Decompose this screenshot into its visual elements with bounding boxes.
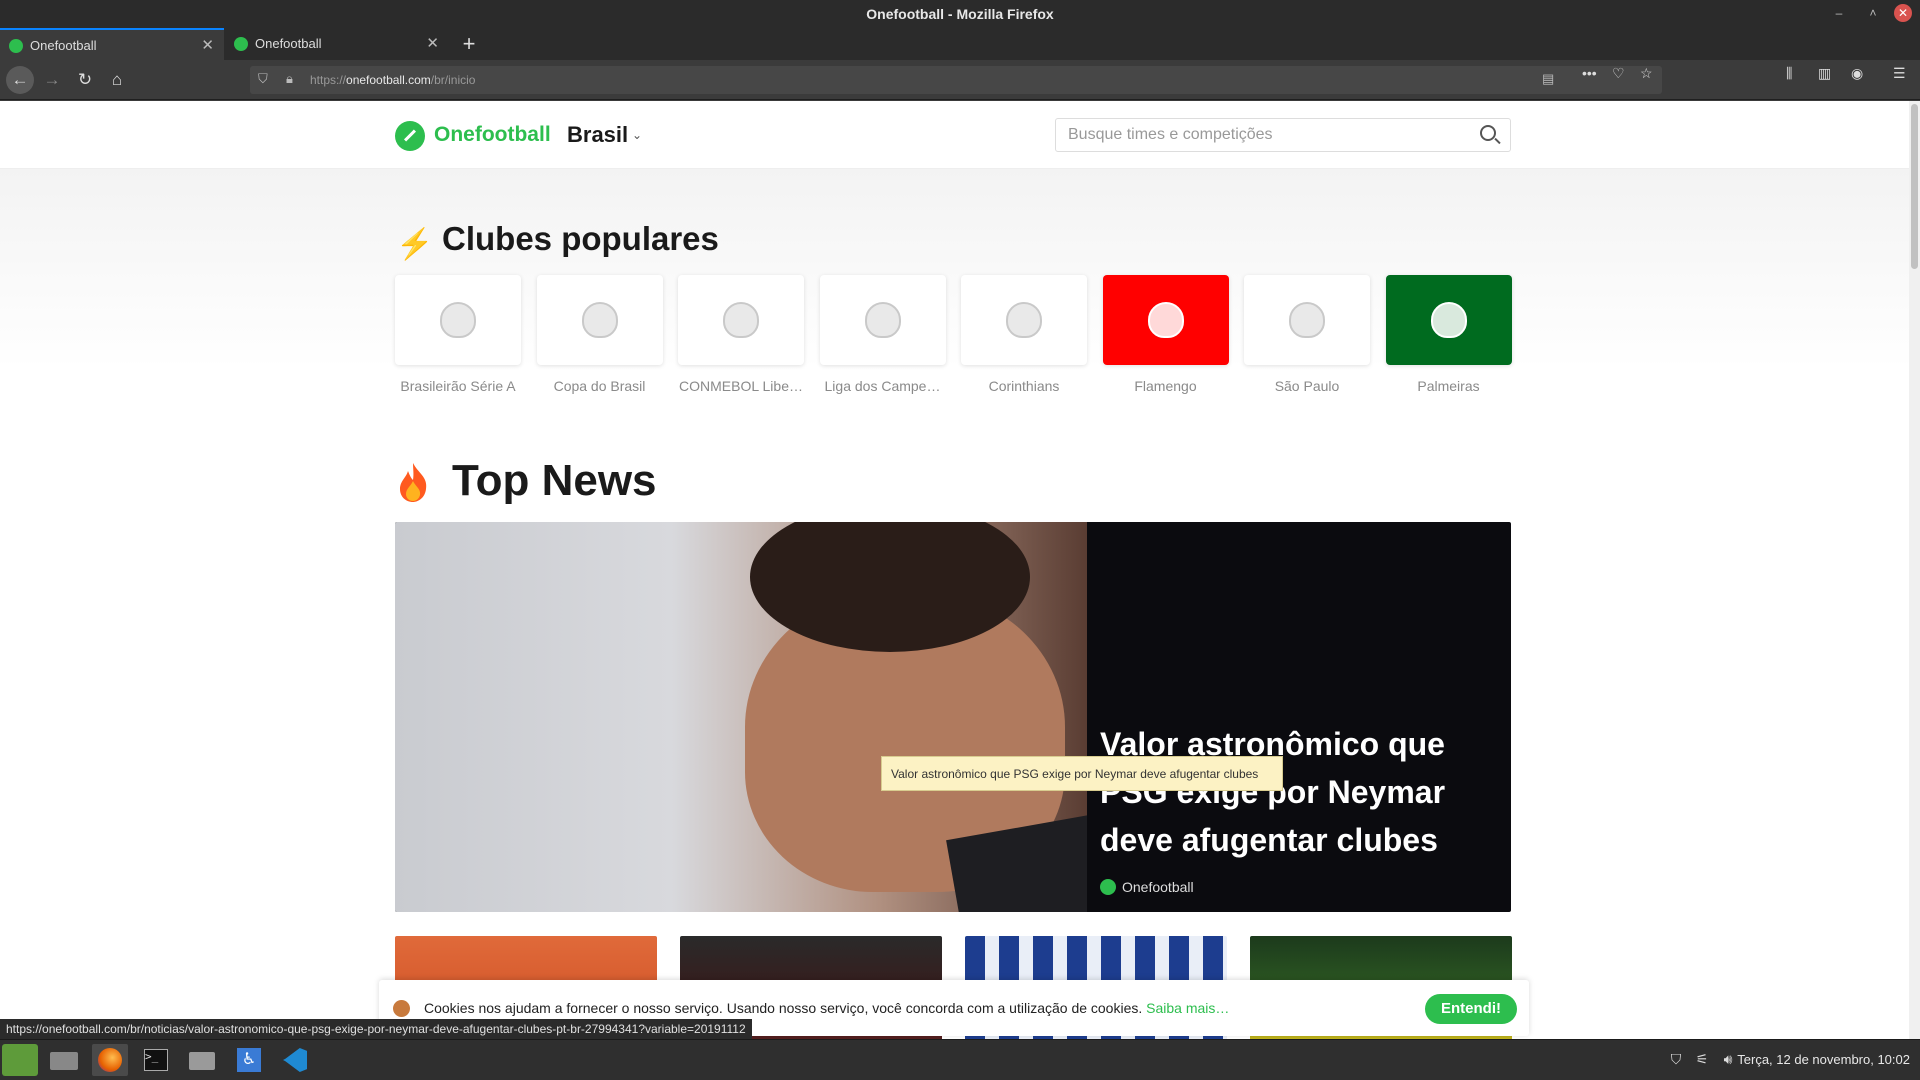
url-host: onefootball.com: [346, 73, 431, 87]
url-bar[interactable]: ⛉ 🔒︎ https://onefootball.com/br/inicio ▤: [250, 66, 1662, 94]
tab-label: Onefootball: [30, 38, 97, 53]
search-input[interactable]: [1068, 126, 1448, 144]
onefootball-source-icon: [1100, 879, 1116, 895]
back-arrow-icon[interactable]: ←: [6, 66, 34, 94]
tab-close-icon[interactable]: ✕: [201, 36, 214, 54]
cookie-icon: [393, 1000, 410, 1017]
minimize-icon[interactable]: –: [1830, 4, 1848, 22]
cookie-text: Cookies nos ajudam a fornecer o nosso se…: [424, 1000, 1143, 1016]
tab-bar: Onefootball ✕ Onefootball ✕: [0, 28, 1920, 60]
tracking-shield-icon[interactable]: ⛉: [258, 71, 268, 87]
search-icon[interactable]: [1480, 125, 1496, 141]
sidebar-icon[interactable]: ▥: [1818, 65, 1831, 82]
url-text[interactable]: https://onefootball.com/br/inicio: [310, 73, 475, 87]
sao-paulo-crest-icon: [1289, 302, 1325, 338]
pocket-icon[interactable]: ♡: [1612, 65, 1625, 82]
club-card[interactable]: [1244, 275, 1370, 365]
url-prefix: https://: [310, 73, 347, 87]
palmeiras-crest-icon: [1430, 302, 1467, 338]
window-title: Onefootball - Mozilla Firefox: [866, 6, 1054, 22]
club-card[interactable]: [1385, 275, 1512, 365]
club-label[interactable]: CONMEBOL Libe…: [678, 378, 804, 394]
scrollbar-thumb[interactable]: [1911, 104, 1918, 269]
flamengo-crest-icon: [1147, 302, 1184, 338]
reader-view-icon[interactable]: ▤: [1542, 71, 1554, 87]
onefootball-favicon-icon: [234, 37, 248, 51]
reload-icon[interactable]: ↻: [73, 68, 97, 92]
accessibility-icon[interactable]: ♿︎: [230, 1044, 266, 1076]
club-label[interactable]: Flamengo: [1103, 378, 1229, 394]
chevron-down-icon[interactable]: ⌄: [632, 128, 642, 142]
club-card[interactable]: [395, 275, 521, 365]
brasileirao-crest-icon: [440, 302, 476, 338]
padlock-icon[interactable]: 🔒︎: [286, 71, 293, 87]
page-scrollbar[interactable]: [1909, 101, 1920, 1039]
cookie-learn-more-link[interactable]: Saiba mais…: [1146, 1000, 1229, 1016]
site-header: Onefootball Brasil ⌄: [0, 101, 1909, 169]
hero-source: Onefootball: [1122, 879, 1194, 895]
fire-icon: [400, 463, 427, 502]
hero-news-card[interactable]: Valor astronômico que PSG exige por Neym…: [395, 522, 1511, 912]
libertadores-crest-icon: [723, 302, 759, 338]
mint-menu-icon[interactable]: [2, 1044, 38, 1076]
network-tray-icon[interactable]: ⚟: [1693, 1051, 1711, 1069]
club-card[interactable]: [961, 275, 1087, 365]
volume-tray-icon[interactable]: 🔊︎: [1719, 1051, 1737, 1069]
popular-clubs-title: Clubes populares: [442, 220, 719, 257]
club-card[interactable]: [819, 275, 946, 365]
shield-tray-icon[interactable]: ⛉: [1667, 1051, 1685, 1069]
status-url-overlay: https://onefootball.com/br/noticias/valo…: [0, 1019, 752, 1039]
hero-headline[interactable]: Valor astronômico que PSG exige por Neym…: [1100, 720, 1490, 864]
terminal-icon[interactable]: >_: [138, 1044, 174, 1076]
lightning-bolt-icon: ⚡: [396, 228, 434, 261]
tab-label: Onefootball: [255, 36, 322, 51]
club-label[interactable]: Palmeiras: [1386, 378, 1512, 394]
navigation-bar: ← → ↻ ⌂ ⛉ 🔒︎ https://onefootball.com/br/…: [0, 60, 1920, 100]
onefootball-logo-icon[interactable]: [395, 121, 425, 151]
corinthians-crest-icon: [1006, 302, 1042, 338]
club-label[interactable]: Corinthians: [961, 378, 1087, 394]
club-card[interactable]: [536, 275, 663, 365]
forward-arrow-icon[interactable]: →: [40, 68, 64, 92]
club-label[interactable]: Liga dos Campe…: [820, 378, 946, 394]
bookmark-star-icon[interactable]: ☆: [1640, 65, 1653, 82]
accept-cookies-button[interactable]: Entendi!: [1425, 994, 1517, 1024]
link-tooltip: Valor astronômico que PSG exige por Neym…: [881, 756, 1283, 791]
close-window-icon[interactable]: ✕: [1894, 4, 1912, 22]
tab-onefootball-1[interactable]: Onefootball ✕: [0, 28, 224, 60]
vscode-icon[interactable]: [276, 1044, 312, 1076]
clock[interactable]: Terça, 12 de novembro, 10:02: [1737, 1052, 1910, 1067]
club-card[interactable]: [1102, 275, 1229, 365]
menu-hamburger-icon[interactable]: ☰: [1893, 65, 1906, 82]
url-path: /br/inicio: [430, 73, 476, 87]
hero-news-photo[interactable]: [395, 522, 1087, 912]
new-tab-icon[interactable]: +: [456, 31, 482, 57]
maximize-icon[interactable]: ˄: [1864, 4, 1882, 22]
club-card[interactable]: [678, 275, 804, 365]
cookie-message: Cookies nos ajudam a fornecer o nosso se…: [424, 1000, 1229, 1016]
window-titlebar: Onefootball - Mozilla Firefox – ˄ ✕: [0, 0, 1920, 28]
onefootball-favicon-icon: [9, 39, 23, 53]
taskbar: >_ ♿︎ ⛉ ⚟ 🔊︎ Terça, 12 de novembro, 10:0…: [0, 1039, 1920, 1080]
club-label[interactable]: Copa do Brasil: [537, 378, 663, 394]
top-news-title: Top News: [452, 456, 657, 505]
search-box[interactable]: [1055, 118, 1511, 152]
club-label[interactable]: Brasileirão Série A: [395, 378, 521, 394]
champions-league-crest-icon: [864, 302, 901, 338]
page-actions-icon[interactable]: •••: [1582, 65, 1597, 81]
club-label[interactable]: São Paulo: [1244, 378, 1370, 394]
page-viewport: Onefootball Brasil ⌄ ⚡ Clubes populares …: [0, 101, 1909, 1039]
show-desktop-icon[interactable]: [46, 1044, 82, 1076]
firefox-taskbar-icon[interactable]: [92, 1044, 128, 1076]
file-manager-icon[interactable]: [184, 1044, 220, 1076]
home-icon[interactable]: ⌂: [105, 68, 129, 92]
account-icon[interactable]: ◉: [1851, 65, 1863, 82]
country-selector[interactable]: Brasil: [567, 122, 628, 148]
tab-onefootball-2[interactable]: Onefootball ✕: [225, 28, 449, 60]
library-icon[interactable]: ⫼: [1786, 65, 1792, 82]
tab-close-icon[interactable]: ✕: [426, 34, 439, 52]
copa-do-brasil-crest-icon: [581, 302, 618, 338]
brand-name[interactable]: Onefootball: [434, 123, 551, 147]
